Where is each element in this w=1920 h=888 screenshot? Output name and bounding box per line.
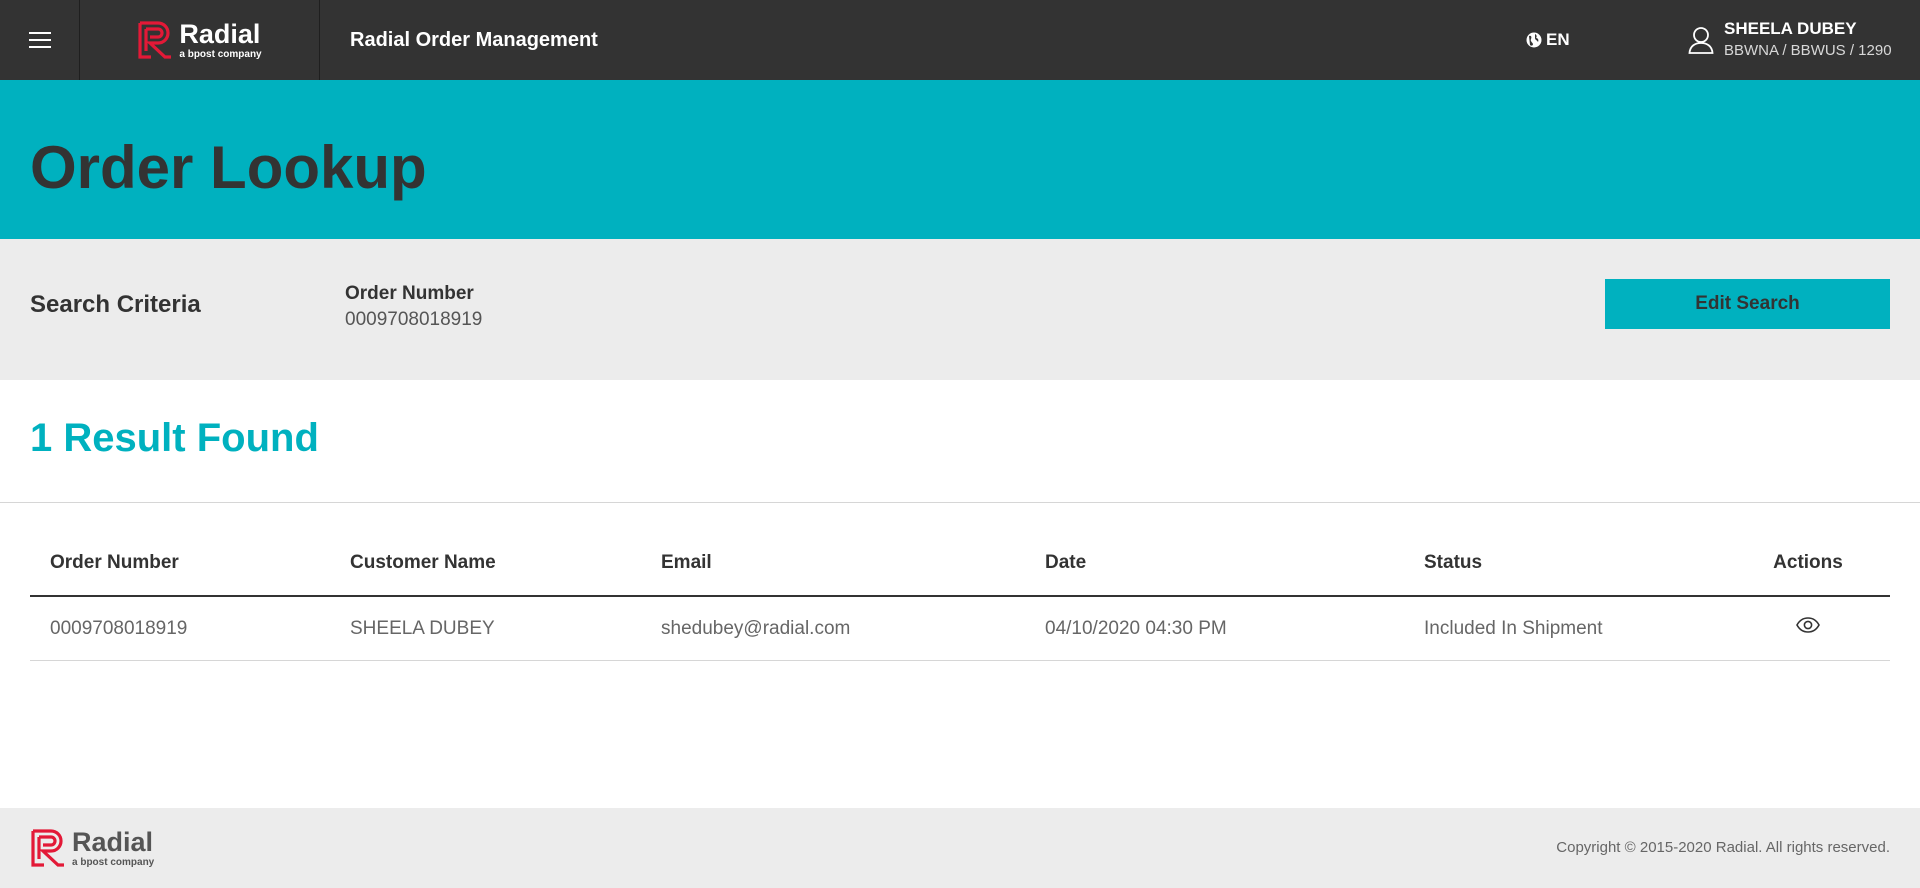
- column-header-email[interactable]: Email: [641, 530, 1025, 597]
- results-divider: [0, 502, 1920, 503]
- copyright-text: Copyright © 2015-2020 Radial. All rights…: [1556, 839, 1890, 856]
- column-header-actions: Actions: [1746, 530, 1890, 597]
- top-navigation-bar: Radial a bpost company Radial Order Mana…: [0, 0, 1920, 80]
- table-header-row: Order Number Customer Name Email Date St…: [30, 530, 1890, 597]
- radial-logo-mark-icon: [138, 21, 172, 59]
- view-order-button[interactable]: [1796, 617, 1820, 639]
- results-count-heading: 1 Result Found: [30, 416, 319, 460]
- user-menu[interactable]: SHEELA DUBEY BBWNA / BBWUS / 1290: [1688, 0, 1892, 80]
- footer-brand-name: Radial: [72, 826, 154, 857]
- column-header-date[interactable]: Date: [1025, 530, 1404, 597]
- user-name: SHEELA DUBEY: [1724, 19, 1857, 38]
- page-header-banner: Order Lookup: [0, 80, 1920, 239]
- brand-tagline: a bpost company: [179, 48, 262, 60]
- hamburger-menu-button[interactable]: [0, 0, 80, 80]
- brand-logo-link[interactable]: Radial a bpost company: [80, 0, 320, 80]
- user-organization: BBWNA / BBWUS / 1290: [1724, 42, 1892, 59]
- footer-brand-logo: Radial a bpost company: [30, 828, 154, 868]
- user-icon: [1688, 27, 1714, 54]
- app-title: Radial Order Management: [350, 29, 598, 51]
- language-selector[interactable]: EN: [1526, 0, 1570, 80]
- brand-name: Radial: [179, 18, 261, 49]
- globe-icon: [1526, 32, 1542, 48]
- column-header-order-number[interactable]: Order Number: [30, 530, 330, 597]
- eye-icon: [1796, 617, 1820, 634]
- table-row: 0009708018919 SHEELA DUBEY shedubey@radi…: [30, 596, 1890, 661]
- results-table: Order Number Customer Name Email Date St…: [30, 530, 1890, 661]
- page-footer: Radial a bpost company Copyright © 2015-…: [0, 808, 1920, 888]
- cell-email: shedubey@radial.com: [641, 596, 1025, 661]
- column-header-customer-name[interactable]: Customer Name: [330, 530, 641, 597]
- search-criteria-heading: Search Criteria: [30, 291, 201, 318]
- cell-status: Included In Shipment: [1404, 596, 1746, 661]
- page-title: Order Lookup: [30, 134, 427, 201]
- cell-customer-name: SHEELA DUBEY: [330, 596, 641, 661]
- language-label: EN: [1546, 30, 1570, 49]
- column-header-status[interactable]: Status: [1404, 530, 1746, 597]
- radial-logo-mark-icon: [31, 829, 64, 867]
- footer-brand-tagline: a bpost company: [72, 856, 155, 868]
- cell-date: 04/10/2020 04:30 PM: [1025, 596, 1404, 661]
- criteria-value: 0009708018919: [345, 309, 483, 330]
- hamburger-menu-icon: [28, 32, 51, 48]
- cell-actions: [1746, 596, 1890, 661]
- edit-search-button[interactable]: Edit Search: [1605, 279, 1890, 329]
- cell-order-number: 0009708018919: [30, 596, 330, 661]
- criteria-order-number: Order Number 0009708018919: [345, 281, 482, 333]
- criteria-label: Order Number: [345, 283, 474, 304]
- search-criteria-panel: Search Criteria Order Number 00097080189…: [0, 239, 1920, 380]
